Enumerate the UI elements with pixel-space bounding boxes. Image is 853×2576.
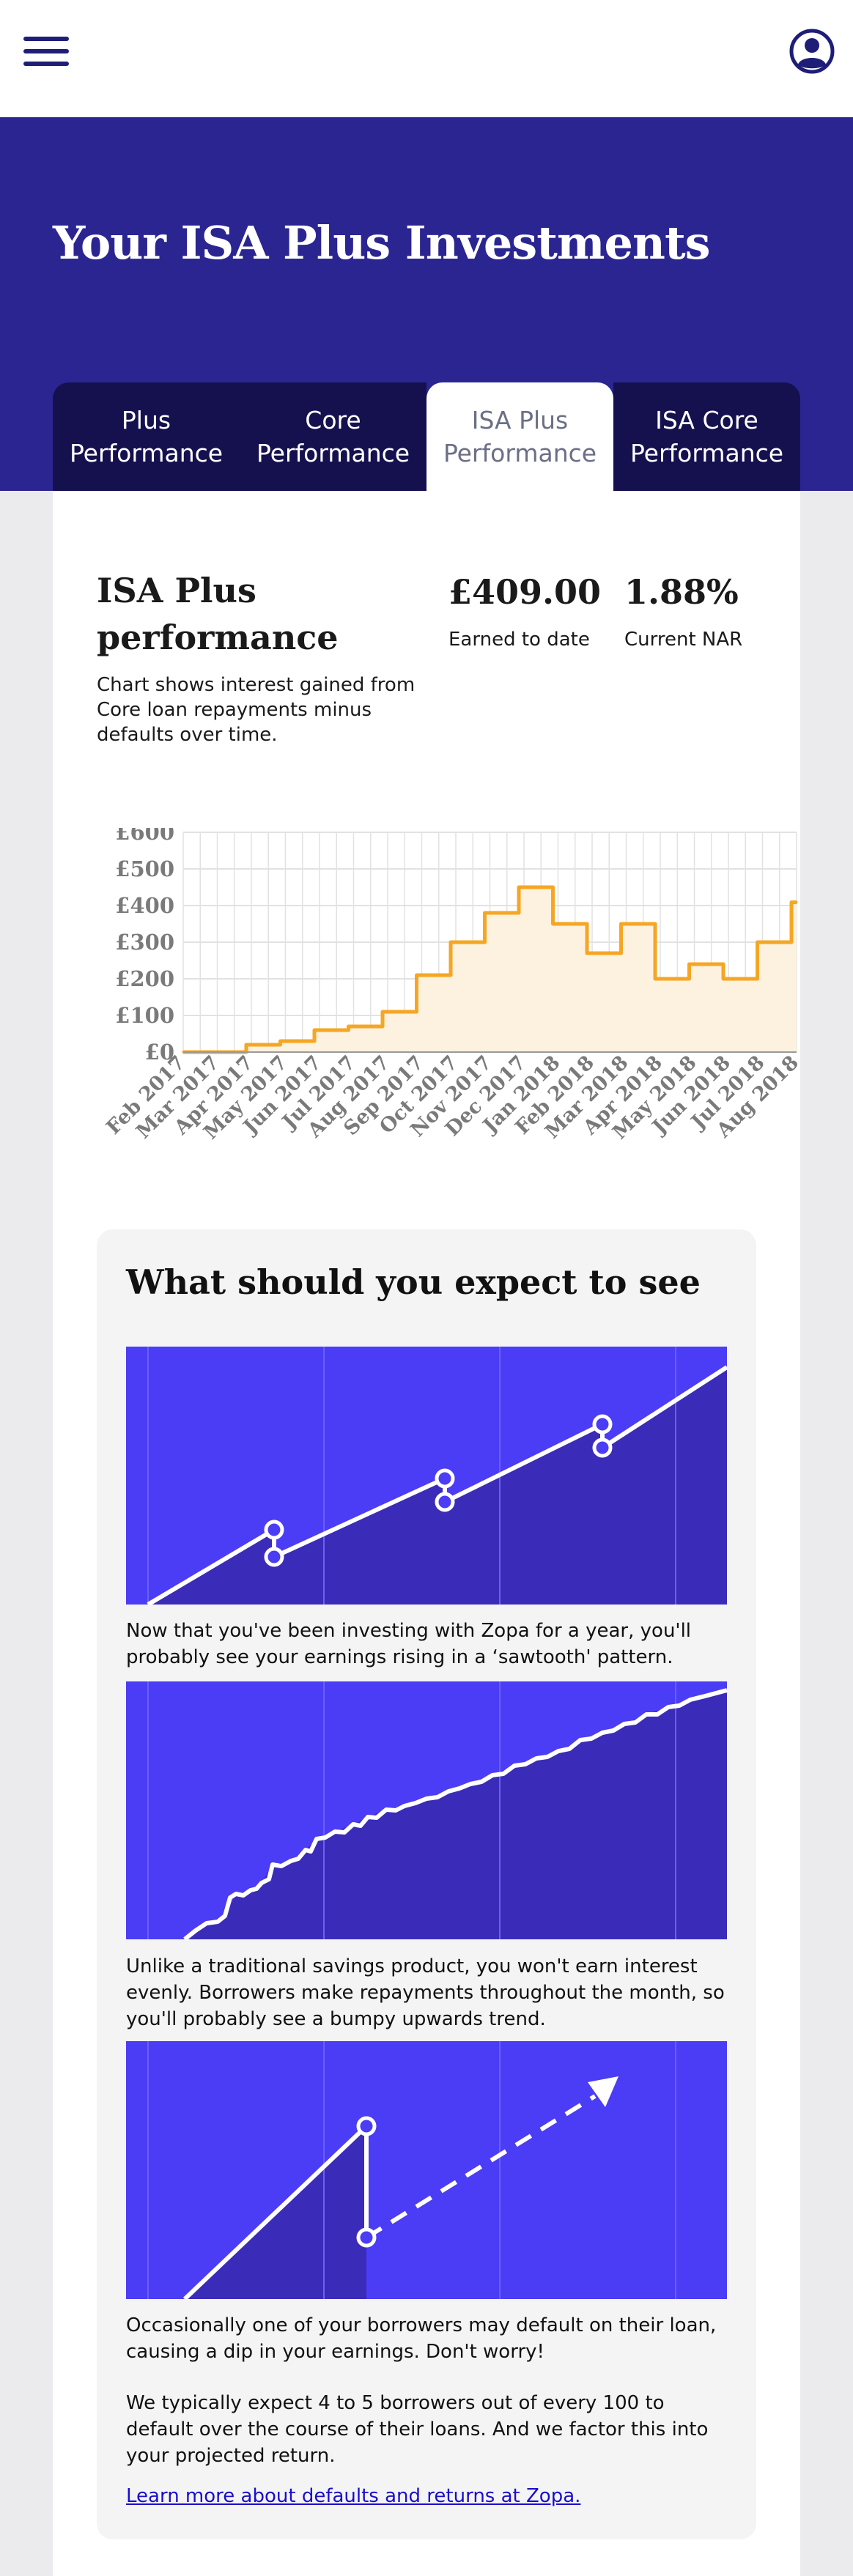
performance-title: ISA Plus performance bbox=[97, 571, 339, 657]
bumpy-trend-illustration bbox=[126, 1681, 727, 1939]
expectation-caption-3a: Occasionally one of your borrowers may d… bbox=[126, 2314, 717, 2363]
chart-y-tick-label: £500 bbox=[115, 856, 174, 881]
sawtooth-illustration bbox=[126, 1347, 727, 1605]
expectation-caption-3b: We typically expect 4 to 5 borrowers out… bbox=[126, 2392, 709, 2467]
chart-data-point bbox=[454, 941, 457, 944]
earned-label: Earned to date bbox=[448, 629, 590, 651]
hamburger-menu-icon[interactable] bbox=[23, 37, 69, 70]
tab-plus-performance[interactable]: Plus Performance bbox=[53, 382, 240, 491]
chart-y-tick-label: £300 bbox=[115, 930, 174, 955]
tab-core-performance[interactable]: Core Performance bbox=[240, 382, 426, 491]
chart-data-point bbox=[318, 1029, 321, 1032]
chart-y-tick-label: £400 bbox=[115, 893, 174, 918]
page-title: Your ISA Plus Investments bbox=[53, 216, 711, 270]
nar-label: Current NAR bbox=[624, 629, 743, 651]
chart-data-point bbox=[522, 886, 525, 889]
chart-data-point bbox=[659, 977, 662, 980]
tab-label: Plus Performance bbox=[69, 406, 224, 467]
hamburger-line bbox=[23, 62, 69, 66]
chart-data-point bbox=[352, 1025, 355, 1028]
chart-data-point bbox=[250, 1043, 253, 1046]
performance-card: ISA Plus performance Chart shows interes… bbox=[53, 491, 800, 2576]
performance-chart: £0£100£200£300£400£500£600Feb 2017Mar 20… bbox=[102, 828, 800, 1144]
expectation-caption-1: Now that you've been investing with Zopa… bbox=[126, 1620, 692, 1668]
chart-data-point bbox=[761, 941, 764, 944]
hamburger-line bbox=[23, 37, 69, 41]
chart-data-point bbox=[591, 952, 594, 955]
nar-stat: 1.88% Current NAR bbox=[624, 571, 742, 651]
chart-data-point bbox=[625, 922, 627, 925]
chart-y-tick-label: £200 bbox=[115, 966, 174, 991]
tab-isa-plus-performance[interactable]: ISA Plus Performance bbox=[426, 382, 613, 491]
tab-label: Core Performance bbox=[256, 406, 410, 467]
expectation-title: What should you expect to see bbox=[126, 1262, 701, 1302]
nar-value: 1.88% bbox=[624, 572, 739, 612]
chart-data-point bbox=[386, 1010, 389, 1013]
chart-data-point bbox=[489, 911, 491, 914]
chart-data-point bbox=[284, 1040, 287, 1043]
chart-y-tick-label: £100 bbox=[115, 1003, 174, 1028]
expectation-panel: What should you expect to see Now that y… bbox=[97, 1229, 756, 2539]
chart-data-point bbox=[727, 977, 730, 980]
tab-label: ISA Plus Performance bbox=[443, 406, 597, 467]
performance-tabs: Plus Performance Core Performance ISA Pl… bbox=[53, 382, 800, 491]
hamburger-line bbox=[23, 49, 69, 53]
earned-value: £409.00 bbox=[448, 572, 602, 612]
chart-data-point bbox=[693, 963, 695, 966]
chart-data-point bbox=[557, 922, 559, 925]
default-dip-illustration bbox=[126, 2041, 727, 2299]
tab-isa-core-performance[interactable]: ISA Core Performance bbox=[613, 382, 800, 491]
earned-stat: £409.00 Earned to date bbox=[448, 571, 601, 651]
chart-data-point bbox=[421, 974, 423, 977]
learn-more-link[interactable]: Learn more about defaults and returns at… bbox=[126, 2485, 580, 2507]
user-account-icon[interactable] bbox=[789, 28, 835, 75]
chart-y-tick-label: £600 bbox=[115, 828, 174, 845]
expectation-caption-2: Unlike a traditional savings product, yo… bbox=[126, 1955, 725, 2030]
top-bar bbox=[0, 0, 853, 117]
performance-description: Chart shows interest gained from Core lo… bbox=[97, 674, 416, 746]
chart-data-point bbox=[795, 901, 798, 903]
tab-label: ISA Core Performance bbox=[629, 406, 784, 467]
